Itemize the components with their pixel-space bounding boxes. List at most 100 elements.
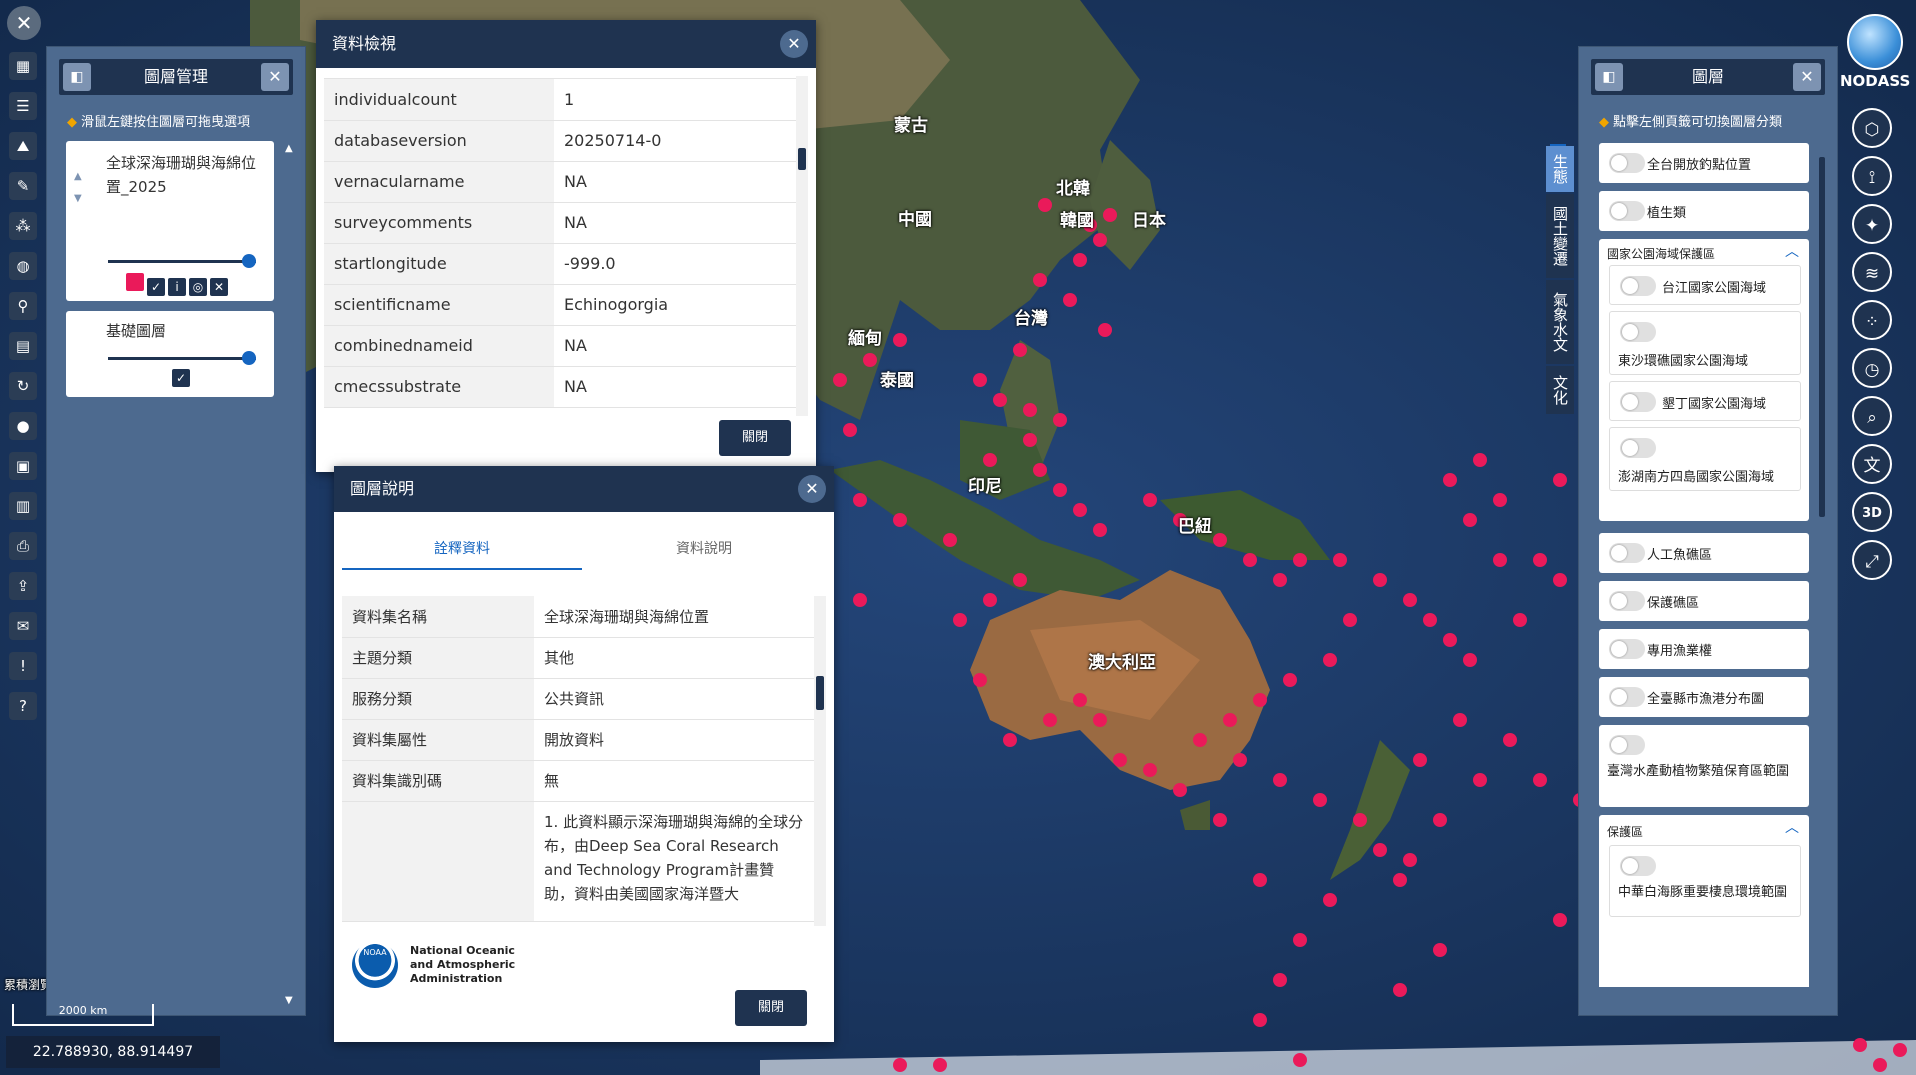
- layers-stack-icon[interactable]: ⛰: [9, 132, 37, 160]
- print-icon[interactable]: ⎙: [9, 532, 37, 560]
- location-dot[interactable]: [1403, 593, 1417, 607]
- location-dot[interactable]: [983, 453, 997, 467]
- help-icon[interactable]: ?: [9, 692, 37, 720]
- tab-weather-hydrology[interactable]: 氣象水文: [1546, 280, 1574, 364]
- location-dot[interactable]: [1853, 1038, 1867, 1052]
- location-dot[interactable]: [1293, 933, 1307, 947]
- location-dot[interactable]: [1293, 1053, 1307, 1067]
- satellite-dish-icon[interactable]: ✦: [1852, 204, 1892, 244]
- layer-toggle[interactable]: [1609, 201, 1645, 221]
- location-dot[interactable]: [1473, 453, 1487, 467]
- location-dot[interactable]: [1213, 813, 1227, 827]
- location-dot[interactable]: [1393, 983, 1407, 997]
- location-dot[interactable]: [973, 373, 987, 387]
- location-dot[interactable]: [1433, 943, 1447, 957]
- alert-icon[interactable]: !: [9, 652, 37, 680]
- style-icon[interactable]: ◎: [189, 278, 207, 296]
- color-swatch[interactable]: [126, 273, 144, 291]
- location-dot[interactable]: [1103, 208, 1117, 222]
- chevron-up-icon[interactable]: ︿: [1785, 817, 1799, 837]
- layer-card[interactable]: 基礎圖層 ✓: [66, 311, 274, 397]
- location-dot[interactable]: [1403, 853, 1417, 867]
- location-dot[interactable]: [1283, 673, 1297, 687]
- cube-icon[interactable]: ⬡: [1852, 108, 1892, 148]
- close-icon[interactable]: ✕: [798, 475, 826, 503]
- location-dot[interactable]: [1533, 553, 1547, 567]
- location-dot[interactable]: [1553, 913, 1567, 927]
- layer-toggle-item[interactable]: 植生類: [1599, 191, 1809, 231]
- refresh-icon[interactable]: ↻: [9, 372, 37, 400]
- layer-toggle-item[interactable]: 專用漁業權: [1599, 629, 1809, 669]
- fullscreen-icon[interactable]: ⤢: [1852, 540, 1892, 580]
- chevron-up-icon[interactable]: ︿: [1785, 241, 1799, 261]
- location-dot[interactable]: [1223, 713, 1237, 727]
- layer-toggle[interactable]: [1609, 735, 1645, 755]
- slider-knob[interactable]: [242, 351, 256, 365]
- opacity-slider[interactable]: [108, 351, 256, 365]
- export-icon[interactable]: ⇪: [9, 572, 37, 600]
- location-dot[interactable]: [1038, 198, 1052, 212]
- location-dot[interactable]: [1423, 613, 1437, 627]
- location-dot[interactable]: [1373, 843, 1387, 857]
- location-dot[interactable]: [1193, 733, 1207, 747]
- info-icon[interactable]: i: [168, 278, 186, 296]
- location-dot[interactable]: [843, 423, 857, 437]
- tab-ecology-label[interactable]: 生態: [1546, 146, 1574, 192]
- location-dot[interactable]: [1253, 693, 1267, 707]
- location-dot[interactable]: [1873, 1058, 1887, 1072]
- close-all-button[interactable]: ✕: [7, 6, 41, 40]
- layer-card[interactable]: ▲ ▼ 全球深海珊瑚與海綿位置_2025 ✓ i ◎ ✕: [66, 141, 274, 301]
- layer-toggle[interactable]: [1609, 153, 1645, 173]
- location-dot[interactable]: [1143, 493, 1157, 507]
- location-dot[interactable]: [1313, 793, 1327, 807]
- layer-info-scrollbar[interactable]: [814, 596, 826, 926]
- scroll-down-icon[interactable]: ▼: [285, 995, 293, 1006]
- location-dot[interactable]: [893, 1058, 907, 1072]
- layer-toggle[interactable]: [1620, 392, 1656, 412]
- location-dot[interactable]: [1033, 463, 1047, 477]
- location-dot[interactable]: [1113, 753, 1127, 767]
- location-dot[interactable]: [1243, 553, 1257, 567]
- clock-icon[interactable]: ◷: [1852, 348, 1892, 388]
- book-icon[interactable]: ▥: [9, 492, 37, 520]
- location-dot[interactable]: [853, 493, 867, 507]
- layer-toggle-item[interactable]: 墾丁國家公園海域: [1609, 381, 1801, 421]
- location-dot[interactable]: [1293, 553, 1307, 567]
- move-up-icon[interactable]: ▲: [74, 171, 82, 182]
- location-dot[interactable]: [1033, 273, 1047, 287]
- layer-toggle-item[interactable]: 全台開放釣點位置: [1599, 143, 1809, 183]
- layer-toggle-item[interactable]: 東沙環礁國家公園海域: [1609, 311, 1801, 375]
- location-dot[interactable]: [1463, 513, 1477, 527]
- layer-toggle-item[interactable]: 人工魚礁區: [1599, 533, 1809, 573]
- scroll-thumb[interactable]: [816, 676, 824, 710]
- close-icon[interactable]: ✕: [780, 30, 808, 58]
- location-dot[interactable]: [893, 513, 907, 527]
- location-dot[interactable]: [1063, 293, 1077, 307]
- location-dot[interactable]: [1493, 553, 1507, 567]
- location-dot[interactable]: [1053, 413, 1067, 427]
- location-dot[interactable]: [1273, 573, 1287, 587]
- location-dot[interactable]: [1253, 1013, 1267, 1027]
- location-dot[interactable]: [1343, 613, 1357, 627]
- layer-toggle[interactable]: [1620, 276, 1656, 296]
- scroll-up-icon[interactable]: ▲: [285, 143, 293, 154]
- layer-info-close-button[interactable]: 關閉: [735, 990, 807, 1026]
- layer-toggle[interactable]: [1609, 591, 1645, 611]
- location-dot[interactable]: [1393, 873, 1407, 887]
- location-dot[interactable]: [1553, 473, 1567, 487]
- location-dot[interactable]: [943, 533, 957, 547]
- location-dot[interactable]: [1003, 733, 1017, 747]
- location-dot[interactable]: [863, 353, 877, 367]
- location-dot[interactable]: [1073, 693, 1087, 707]
- location-dot[interactable]: [983, 593, 997, 607]
- location-dot[interactable]: [1023, 403, 1037, 417]
- window-icon[interactable]: ▣: [9, 452, 37, 480]
- location-dot[interactable]: [1093, 713, 1107, 727]
- location-dot[interactable]: [1053, 483, 1067, 497]
- user-icon[interactable]: ●: [9, 412, 37, 440]
- location-dot[interactable]: [1443, 473, 1457, 487]
- chart-icon[interactable]: ⁂: [9, 212, 37, 240]
- tab-land-change[interactable]: 國土變遷: [1546, 194, 1574, 278]
- location-dot[interactable]: [1043, 713, 1057, 727]
- move-down-icon[interactable]: ▼: [74, 193, 82, 204]
